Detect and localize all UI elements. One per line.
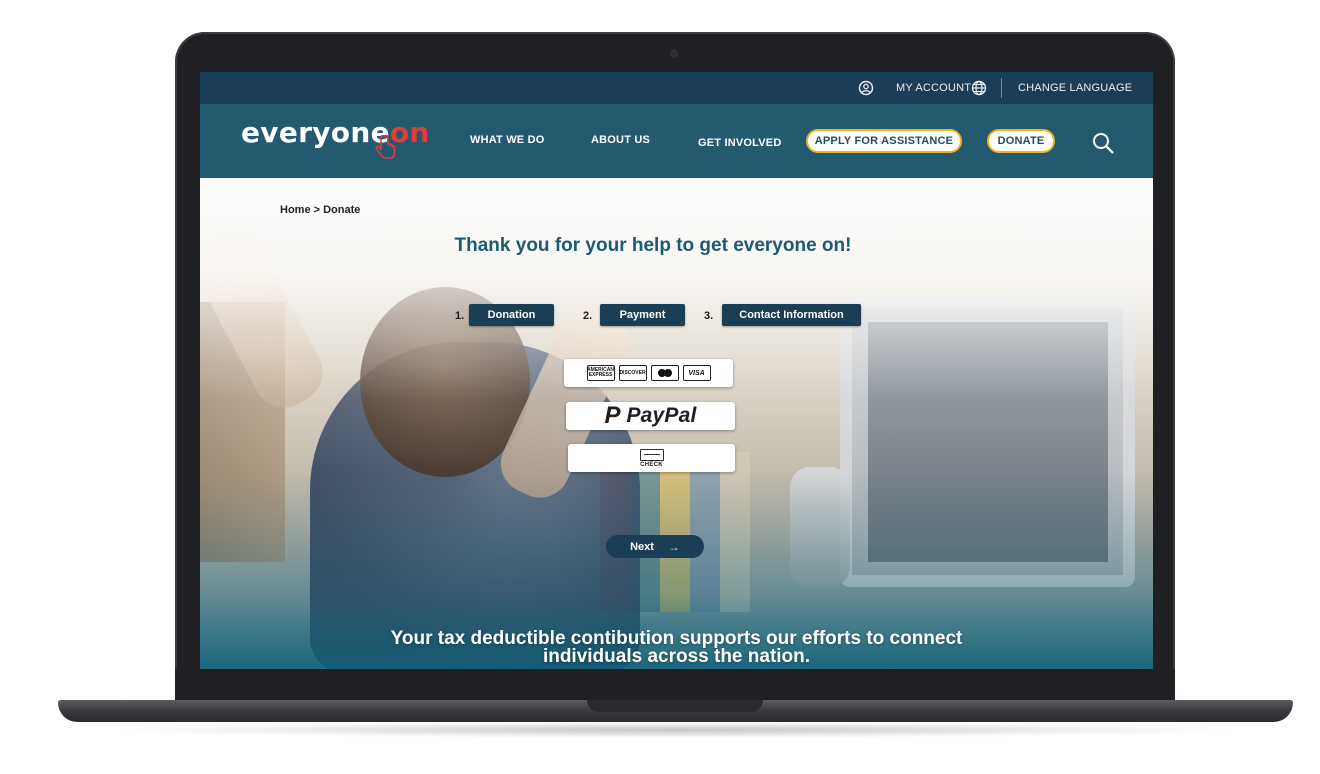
step-donation-button[interactable]: Donation (469, 304, 554, 326)
browser-viewport: MY ACCOUNT CHANGE LANGUAGE everyoneon WH… (200, 72, 1153, 669)
nav-about-us[interactable]: ABOUT US (591, 134, 650, 146)
logo-main: everyone (241, 116, 390, 149)
step-3-number: 3. (704, 310, 714, 322)
utility-bar: MY ACCOUNT CHANGE LANGUAGE (200, 72, 1153, 104)
camera (671, 51, 677, 57)
account-link[interactable]: MY ACCOUNT (858, 72, 971, 104)
step-2-number: 2. (583, 310, 593, 322)
utility-divider (1001, 78, 1002, 98)
check-option[interactable]: CHECK (568, 444, 735, 472)
account-label: MY ACCOUNT (896, 82, 972, 94)
check-icon (639, 448, 664, 461)
paypal-option[interactable]: P PayPal (566, 402, 735, 430)
logo[interactable]: everyoneon (241, 116, 430, 149)
step-payment-button[interactable]: Payment (600, 304, 685, 326)
next-label: Next (630, 540, 654, 553)
laptop-shadow (110, 722, 1240, 738)
discover-icon: DISCOVER (618, 365, 647, 381)
search-icon[interactable] (1092, 132, 1114, 154)
donate-button[interactable]: DONATE (987, 129, 1055, 153)
arrow-right-icon: → (667, 539, 680, 554)
credit-card-option[interactable]: AMERICAN EXPRESS DISCOVER VISA (564, 359, 733, 387)
page-title: Thank you for your help to get everyone … (454, 235, 852, 256)
apply-for-assistance-button[interactable]: APPLY FOR ASSISTANCE (806, 129, 962, 153)
paypal-label: PayPal (626, 404, 697, 427)
visa-icon: VISA (682, 365, 711, 381)
main-nav: everyoneon WHAT WE DO ABOUT US GET INVOL… (200, 104, 1153, 178)
change-language-link[interactable]: CHANGE LANGUAGE (1018, 72, 1132, 104)
step-contact-information-button[interactable]: Contact Information (722, 304, 861, 326)
laptop-notch (587, 700, 763, 712)
mastercard-icon (650, 365, 679, 381)
next-button[interactable]: Next → (606, 535, 704, 558)
amex-icon: AMERICAN EXPRESS (586, 365, 615, 381)
account-icon (858, 80, 874, 96)
breadcrumb: Home > Donate (280, 204, 361, 216)
step-1-number: 1. (455, 310, 465, 322)
nav-get-involved[interactable]: GET INVOLVED (698, 137, 781, 149)
cursor-hand-icon (375, 134, 396, 159)
laptop-bezel (175, 669, 1175, 704)
nav-what-we-do[interactable]: WHAT WE DO (470, 134, 545, 146)
globe-icon[interactable] (971, 80, 987, 96)
tagline: Your tax deductible contibution supports… (390, 628, 963, 667)
paypal-p-icon: P (604, 402, 621, 429)
check-label: CHECK (640, 461, 663, 468)
change-language-label: CHANGE LANGUAGE (1018, 82, 1133, 94)
